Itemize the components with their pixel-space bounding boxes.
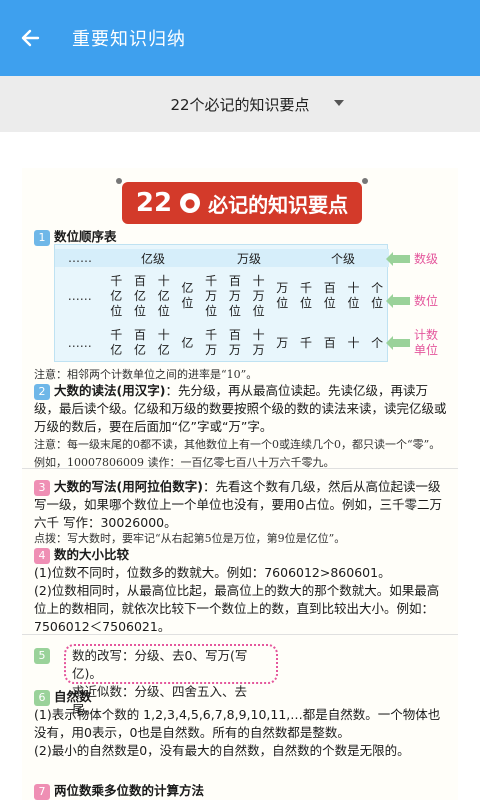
table-cell: 十 亿	[157, 328, 170, 357]
section-3: 3 大数的写法(用阿拉伯数字)：先看这个数有几级，然后从高位起读一级写一级，如果哪…	[34, 478, 448, 532]
table-cell: 亿级	[140, 251, 165, 266]
table-cell: 万级	[236, 251, 261, 266]
table-cell: 千 万	[205, 328, 218, 357]
section-6: 6 自然数 (1)表示物体个数的 1,2,3,4,5,6,7,8,9,10,11,…	[34, 688, 448, 760]
section-badge: 4	[34, 547, 50, 564]
banner-title: 必记的知识要点	[208, 192, 349, 217]
table-cell: 百 万	[228, 328, 241, 357]
table-cell: 百	[323, 335, 336, 350]
list-item: (1)位数不同时，位数多的数就大。例如：7606012>860601。	[34, 565, 391, 580]
label-text: 计数 单位	[414, 328, 439, 357]
section-badge: 5	[34, 647, 50, 664]
section-5-heading: 5	[34, 646, 54, 664]
banner-circle-icon: ●	[180, 193, 201, 213]
table-cell: 十	[347, 335, 360, 350]
section-badge: 3	[34, 479, 50, 496]
chevron-down-icon	[334, 100, 344, 106]
table-cell: 百 亿 位	[133, 273, 146, 318]
arrow-left-icon	[386, 293, 410, 308]
divider	[22, 468, 458, 469]
back-button[interactable]	[16, 24, 44, 52]
table-cell: ……	[67, 336, 92, 350]
section-title: 大数的写法(用阿拉伯数字)	[54, 479, 203, 494]
arrow-left-icon	[386, 336, 410, 350]
label-shuwei: 数位	[386, 292, 439, 309]
list-item: (1)表示物体个数的 1,2,3,4,5,6,7,8,9,10,11,…都是自然…	[34, 707, 441, 740]
section-banner: 22 ● 必记的知识要点	[116, 178, 368, 224]
table-cell: 十 亿 位	[157, 273, 170, 318]
table-row-levels: …… 亿级 万级 个级	[55, 249, 389, 267]
section-2-note: 注意：每一级末尾的0都不读，其他数位上有一个0或连续几个0，都只读一个“零”。例…	[34, 438, 441, 469]
banner-number: 22	[135, 188, 173, 218]
table-cell: 十 位	[347, 281, 360, 310]
table-cell: 亿 位	[181, 281, 194, 310]
app-bar: 重要知识归纳	[0, 0, 480, 76]
table-cell: 千 万 位	[205, 273, 218, 318]
table-row-units: …… 千 亿 百 亿 十 亿 亿 千 万 百 万 十 万 万 千 百 十 个	[55, 323, 389, 363]
topic-dropdown[interactable]: 22个必记的知识要点	[0, 76, 480, 132]
table-cell: 千 位	[300, 281, 313, 310]
table-cell: 百 亿	[133, 328, 146, 357]
section-2: 2 大数的读法(用汉字)：先分级，再从最高位读起。先读亿级，再读万级，最后读个级。…	[34, 382, 448, 436]
table-cell: 个级	[330, 251, 355, 266]
label-jishu-danwei: 计数 单位	[386, 328, 439, 358]
section-title: 自然数	[54, 689, 92, 704]
section-badge: 1	[34, 229, 50, 246]
section-4: 4 数的大小比较 (1)位数不同时，位数多的数就大。例如：7606012>8606…	[34, 546, 448, 636]
label-text: 数级	[414, 252, 439, 266]
table-cell: 十 万 位	[252, 273, 265, 318]
page-title: 重要知识归纳	[72, 29, 186, 50]
table-cell: 万 位	[276, 281, 289, 310]
section-title: 数位顺序表	[54, 229, 117, 244]
label-text: 数位	[414, 294, 439, 308]
section-badge: 2	[34, 383, 50, 400]
list-item: (2)位数相同时，从最高位比起，最高位上的数大的那个数就大。如果最高位上的数相同…	[34, 583, 440, 634]
table-cell: 百 万 位	[228, 273, 241, 318]
section-7: 7 两位数乘多位数的计算方法	[34, 782, 448, 800]
table-cell: 千 亿 位	[110, 273, 123, 318]
arrow-left-icon	[386, 251, 410, 266]
section-badge: 7	[34, 783, 50, 800]
table-cell: ……	[68, 251, 92, 265]
section-title: 数的大小比较	[54, 547, 130, 562]
table-cell: 千	[300, 335, 313, 350]
place-value-table: …… 亿级 万级 个级 …… 千 亿 位 百 亿 位 十 亿 位 亿 位 千 万…	[54, 244, 389, 363]
table-cell: 十 万	[252, 328, 265, 357]
divider	[22, 634, 458, 635]
table-row-positions: …… 千 亿 位 百 亿 位 十 亿 位 亿 位 千 万 位 百 万 位 十 万…	[55, 273, 389, 318]
section-5-box: 数的改写：分级、去0、写万(写亿)。 求近似数：分级、四舍五入、去尾。	[64, 644, 278, 717]
section-title: 两位数乘多位数的计算方法	[54, 783, 205, 798]
section-title: 大数的读法(用汉字)	[54, 383, 166, 398]
list-item: (2)最小的自然数是0，没有最大的自然数，自然数的个数是无限的。	[34, 743, 410, 758]
table-cell: 百 位	[323, 281, 336, 310]
label-shuji: 数级	[386, 250, 439, 267]
table-cell: 亿	[181, 335, 194, 350]
list-item: 数的改写：分级、去0、写万(写亿)。	[72, 648, 248, 681]
dropdown-selected-value: 22个必记的知识要点	[170, 95, 310, 114]
section-badge: 6	[34, 689, 50, 706]
knowledge-page: 22 ● 必记的知识要点 1 数位顺序表 …… 亿级 万级 个级 …… 千 亿 位…	[22, 168, 458, 800]
table-cell: 千 亿	[110, 328, 123, 357]
table-cell: 万	[276, 335, 289, 350]
arrow-left-icon	[21, 29, 40, 47]
table-cell: ……	[67, 289, 92, 303]
